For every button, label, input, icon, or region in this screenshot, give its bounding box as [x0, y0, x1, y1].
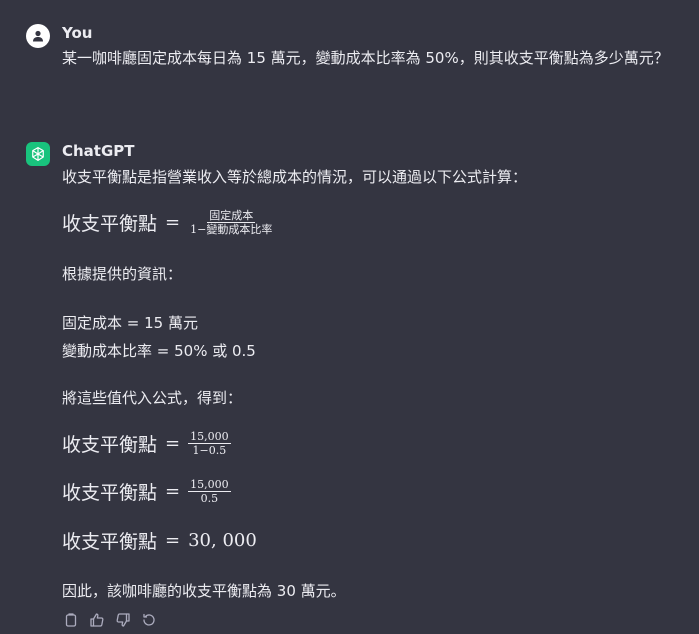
- regenerate-icon: [143, 613, 155, 626]
- copy-button[interactable]: [62, 611, 80, 629]
- info-heading: 根據提供的資訊：: [62, 265, 183, 283]
- formula-3-denominator: 0.5: [200, 492, 219, 505]
- substitute-text: 將這些值代入公式，得到：: [62, 389, 243, 407]
- message-actions: [62, 611, 158, 629]
- regenerate-button[interactable]: [140, 611, 158, 629]
- user-icon: [33, 30, 43, 42]
- thumbs-down-button[interactable]: [114, 611, 132, 629]
- formula-2-numerator: 15,000: [188, 430, 231, 444]
- thumbs-down-icon: [116, 613, 130, 627]
- formula-3-lhs: 收支平衡點: [62, 482, 158, 504]
- openai-logo-icon: [32, 147, 44, 161]
- chatgpt-avatar: [26, 142, 50, 166]
- user-avatar: [26, 24, 50, 48]
- copy-icon: [65, 613, 77, 627]
- assistant-name: ChatGPT: [62, 142, 135, 160]
- formula-3-numerator: 15,000: [188, 478, 231, 492]
- assistant-conclusion: 因此，該咖啡廳的收支平衡點為 30 萬元。: [62, 582, 346, 600]
- formula-2-lhs: 收支平衡點: [62, 434, 158, 456]
- formula-4: 收支平衡點 = 30, 000: [62, 527, 257, 554]
- assistant-intro: 收支平衡點是指營業收入等於總成本的情況，可以通過以下公式計算：: [62, 168, 528, 186]
- thumbs-up-button[interactable]: [88, 611, 106, 629]
- formula-3-fraction: 15,000 0.5: [188, 478, 231, 505]
- user-name: You: [62, 24, 93, 42]
- user-message: 某一咖啡廳固定成本每日為 15 萬元，變動成本比率為 50%，則其收支平衡點為多…: [62, 49, 669, 67]
- formula-1-lhs: 收支平衡點: [62, 213, 158, 235]
- formula-3-equals: =: [165, 481, 181, 502]
- formula-2-equals: =: [165, 433, 181, 454]
- info-line-variable-ratio: 變動成本比率 = 50% 或 0.5: [62, 342, 256, 360]
- formula-2-fraction: 15,000 1−0.5: [188, 430, 231, 457]
- formula-1-denominator: 1−變動成本比率: [190, 223, 273, 236]
- formula-1-equals: =: [165, 212, 181, 233]
- formula-2: 收支平衡點 = 15,000 1−0.5: [62, 430, 231, 457]
- formula-3: 收支平衡點 = 15,000 0.5: [62, 478, 231, 505]
- info-line-fixed-cost: 固定成本 = 15 萬元: [62, 314, 198, 332]
- formula-4-result: 30, 000: [188, 530, 257, 551]
- formula-1: 收支平衡點 = 固定成本 1−變動成本比率: [62, 209, 274, 236]
- formula-4-lhs: 收支平衡點: [62, 531, 158, 553]
- formula-1-fraction: 固定成本 1−變動成本比率: [188, 209, 274, 236]
- formula-2-denominator: 1−0.5: [192, 444, 227, 457]
- thumbs-up-icon: [90, 613, 104, 627]
- formula-1-numerator: 固定成本: [207, 209, 256, 223]
- formula-4-equals: =: [165, 530, 181, 551]
